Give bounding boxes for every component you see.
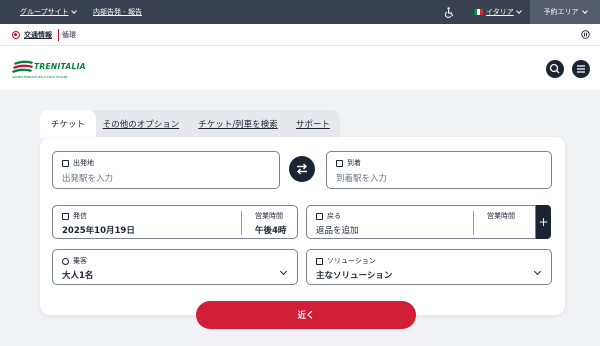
divider — [58, 29, 59, 41]
tab-label: チケット — [50, 120, 85, 130]
calendar-icon — [316, 212, 323, 220]
add-return-button[interactable]: + — [536, 205, 551, 239]
departure-label: 出発地 — [73, 159, 94, 167]
traffic-info-bar: 交通情報 循環 — [0, 24, 600, 46]
pause-icon[interactable] — [581, 30, 590, 39]
chevron-down-icon — [581, 8, 588, 14]
group-sites-menu[interactable]: グループサイト — [20, 0, 77, 24]
arrival-label: 到着 — [347, 159, 361, 167]
search-submit-button[interactable]: 近く — [196, 301, 416, 329]
submit-label: 近く — [297, 311, 315, 321]
accessibility-button[interactable] — [444, 0, 455, 24]
return-date-label: 戻る — [327, 212, 341, 220]
station-icon — [62, 159, 69, 167]
tab-label: チケット/列車を検索 — [198, 120, 278, 130]
hamburger-menu-icon — [577, 65, 585, 73]
return-date-value[interactable]: 返品を追加 — [316, 224, 359, 236]
trenitalia-logo-mark — [12, 60, 33, 73]
tab-other-options[interactable]: その他のオプション — [98, 110, 184, 138]
site-header: TRENITALIA GRUPPO FERROVIE DELLO STATO I… — [0, 46, 600, 90]
italy-flag-icon — [474, 9, 483, 15]
tab-search-tickets[interactable]: チケット/列車を検索 — [192, 110, 284, 138]
top-bar: グループサイト 内部告発 - 報告 イタリア 予約エリア — [0, 0, 600, 24]
solution-field[interactable]: ソリューション 主なソリューション — [306, 249, 552, 285]
depart-date-value: 2025年10月19日 — [62, 226, 135, 236]
accessibility-icon — [444, 6, 454, 18]
solution-label-row: ソリューション — [316, 256, 376, 266]
departure-field[interactable]: 出発地 出発駅を入力 — [52, 151, 280, 189]
traffic-status-text: 循環 — [62, 31, 76, 39]
traffic-info-link[interactable]: 交通情報 — [24, 30, 52, 40]
arrival-field[interactable]: 到着 到着駅を入力 — [326, 151, 552, 189]
arrival-label-row: 到着 — [336, 158, 361, 168]
return-date-field[interactable]: 戻る 返品を追加 営業時間 — [306, 205, 536, 239]
logo-subtitle: GRUPPO FERROVIE DELLO STATO ITALIANE — [12, 76, 68, 79]
return-time-label: 営業時間 — [487, 212, 515, 220]
chevron-down-icon — [533, 267, 542, 276]
depart-time-label: 営業時間 — [255, 212, 283, 220]
search-button[interactable] — [546, 60, 564, 78]
group-sites-label: グループサイト — [20, 8, 69, 16]
chevron-down-icon — [279, 267, 288, 276]
search-icon — [549, 63, 560, 74]
chevron-down-icon — [515, 8, 522, 14]
departure-input[interactable]: 出発駅を入力 — [62, 172, 113, 184]
menu-button[interactable] — [572, 60, 590, 78]
internal-report-link[interactable]: 内部告発 - 報告 — [93, 0, 142, 24]
trenitalia-logo[interactable]: TRENITALIA GRUPPO FERROVIE DELLO STATO I… — [12, 57, 92, 83]
solution-value: 主なソリューション — [316, 271, 393, 281]
tab-label: その他のオプション — [102, 120, 180, 130]
chevron-down-icon — [70, 8, 77, 14]
return-date-label-row: 戻る — [316, 211, 341, 221]
depart-date-label-row: 発信 — [62, 211, 87, 221]
solution-label: ソリューション — [327, 257, 376, 265]
passengers-label: 乗客 — [73, 257, 87, 265]
depart-time-value[interactable]: 午後4時 — [255, 224, 286, 236]
swap-icon — [297, 163, 307, 175]
logo-name: TRENITALIA — [34, 62, 86, 71]
language-label: イタリア — [486, 8, 514, 16]
arrival-input[interactable]: 到着駅を入力 — [336, 172, 387, 184]
calendar-icon — [62, 212, 69, 220]
passengers-label-row: 乗客 — [62, 256, 87, 266]
depart-date-label: 発信 — [73, 212, 87, 220]
passenger-icon — [62, 257, 69, 265]
reserved-area-button[interactable]: 予約エリア — [530, 0, 600, 24]
tab-tickets[interactable]: チケット — [40, 110, 96, 138]
passengers-field[interactable]: 乗客 大人1名 — [52, 249, 298, 285]
divider — [241, 211, 242, 235]
internal-report-label: 内部告発 - 報告 — [93, 8, 142, 16]
solution-icon — [316, 257, 323, 265]
departure-label-row: 出発地 — [62, 158, 94, 168]
language-selector[interactable]: イタリア — [474, 0, 522, 24]
passengers-value: 大人1名 — [62, 271, 94, 281]
tab-support[interactable]: サポート — [290, 110, 336, 138]
reserved-area-label: 予約エリア — [543, 8, 579, 16]
live-indicator-icon — [12, 31, 20, 39]
tab-label: サポート — [295, 120, 330, 130]
depart-date-field[interactable]: 発信 2025年10月19日 営業時間 午後4時 — [52, 205, 298, 239]
divider — [473, 211, 474, 235]
plus-icon: + — [538, 215, 549, 229]
station-icon — [336, 159, 343, 167]
swap-stations-button[interactable] — [289, 156, 315, 182]
